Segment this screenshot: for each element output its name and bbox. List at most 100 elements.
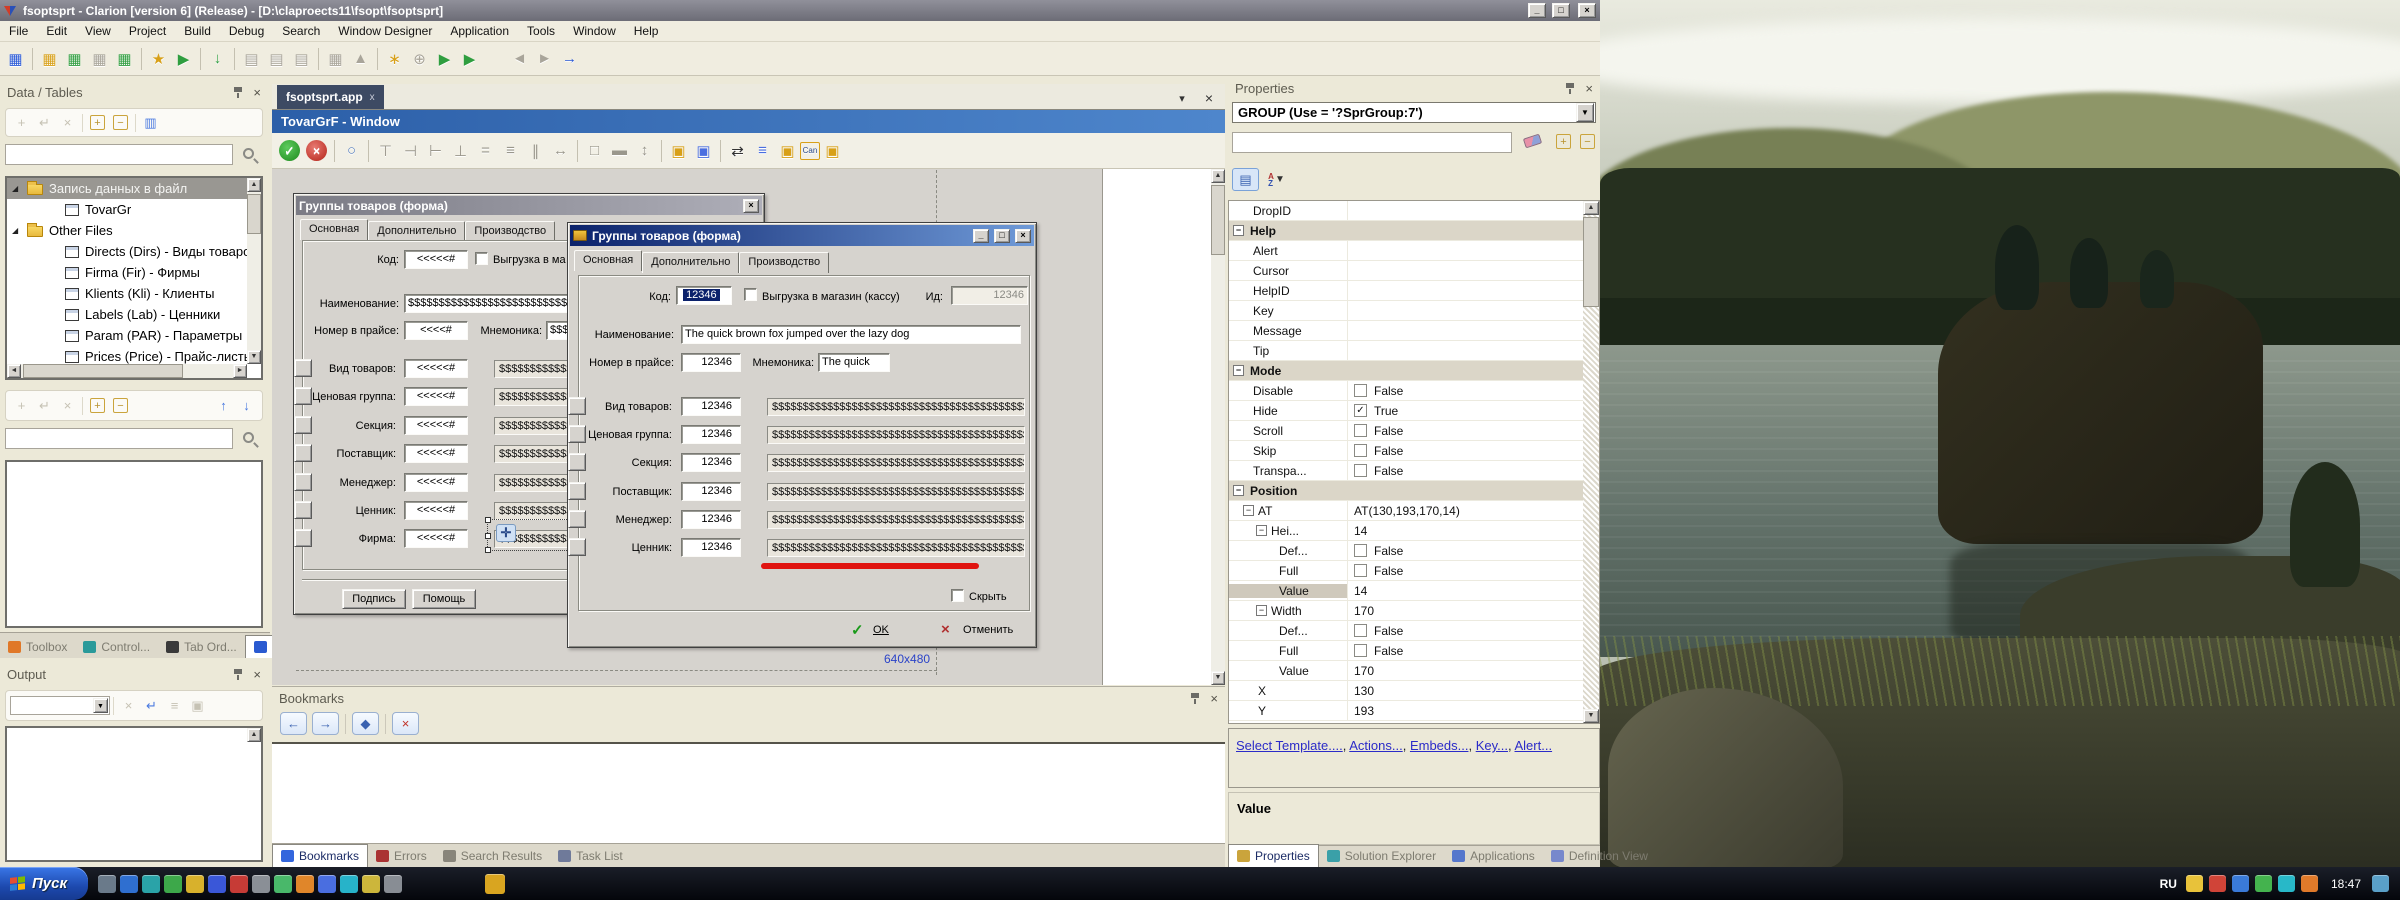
tree-vertical-scrollbar[interactable]: ▲ ▼ [247,178,261,364]
property-checkbox[interactable] [1354,544,1367,557]
toolbar-icon[interactable]: ▦ [62,46,87,71]
designer-toolbar-icon[interactable]: ▣ [820,138,845,163]
tree-item[interactable]: ◢ Other Files [7,220,261,241]
property-checkbox[interactable] [1354,564,1367,577]
search-icon[interactable] [243,432,254,443]
scroll-up-icon[interactable]: ▲ [247,178,261,192]
menu-item[interactable]: Debug [220,21,273,41]
toolbar-icon[interactable]: ▤ [289,46,314,71]
toolbar-icon[interactable]: ⊕ [407,46,432,71]
designer-toolbar-icon[interactable]: ⊣ [398,138,423,163]
minimize-icon[interactable]: _ [973,229,989,243]
tab-close-icon[interactable]: x [370,92,375,103]
mini-toolbar-icon[interactable]: − [113,115,128,130]
scroll-down-icon[interactable]: ▼ [247,350,261,364]
lookup-button[interactable] [294,444,312,462]
minimize-button[interactable]: _ [1528,3,1546,18]
toolbar-icon[interactable] [482,46,507,71]
quick-launch-icon[interactable] [274,875,292,893]
property-row[interactable]: HelpID [1229,281,1583,301]
code-field[interactable]: <<<<<# [404,416,468,435]
designer-toolbar-icon[interactable]: ≡ [750,138,775,163]
property-row[interactable]: Full False [1229,561,1583,581]
tab-osnovnaya[interactable]: Основная [300,219,368,240]
scroll-down-icon[interactable]: ▼ [1583,709,1599,723]
window-titlebar[interactable]: fsoptsprt - Clarion [version 6] (Release… [0,0,1600,21]
property-filter-input[interactable] [1232,132,1512,153]
name-field[interactable]: The quick brown fox jumped over the lazy… [681,325,1021,344]
expander-icon[interactable]: − [1233,485,1244,496]
close-pane-icon[interactable]: × [253,668,261,681]
output-toolbar-icon[interactable]: ≡ [163,695,186,716]
code-field[interactable]: <<<<<# [404,473,468,492]
toolbar-icon[interactable]: → [557,46,582,71]
form-preview-titlebar[interactable]: Группы товаров (форма) _ □ × [570,225,1034,246]
mini-toolbar-icon[interactable]: ↵ [33,395,56,416]
maximize-button[interactable]: □ [1552,3,1570,18]
mini-toolbar-icon[interactable] [82,114,83,132]
tree-item[interactable]: Labels (Lab) - Ценники [7,304,261,325]
property-row[interactable]: Skip False [1229,441,1583,461]
kod-field[interactable]: <<<<<# [404,250,468,269]
tab-dopolnitelno[interactable]: Дополнительно [368,221,465,242]
property-row[interactable]: Alert [1229,241,1583,261]
designer-toolbar-icon[interactable] [720,140,721,162]
designer-toolbar-icon[interactable] [368,140,369,162]
menu-item[interactable]: Build [175,21,220,41]
expander-icon[interactable]: − [1243,505,1254,516]
output-toolbar-icon[interactable]: ↵ [140,695,163,716]
designer-toolbar-icon[interactable]: ⇄ [725,138,750,163]
tab-osnovnaya[interactable]: Основная [574,250,642,271]
template-link[interactable]: Embeds... [1410,738,1469,753]
expander-icon[interactable]: − [1233,365,1244,376]
template-link[interactable]: Select Template.... [1236,738,1343,753]
lookup-button[interactable] [568,397,586,415]
tray-icon[interactable] [2186,875,2203,892]
lookup-button[interactable] [568,425,586,443]
tree-horizontal-scrollbar[interactable]: ◄ ► [7,364,247,378]
property-row[interactable]: Y 193 [1229,701,1583,721]
scroll-up-icon[interactable]: ▲ [247,728,261,742]
pin-icon[interactable] [1564,82,1577,95]
property-row[interactable]: Message [1229,321,1583,341]
vygruzka-checkbox[interactable] [744,288,757,301]
code-field[interactable]: 12346 [681,453,741,472]
price-field[interactable]: <<<<# [404,321,468,340]
bookmark-toolbar-icon[interactable]: ◆ [352,712,379,735]
toolbar-icon[interactable]: ► [532,46,557,71]
collapse-all-icon[interactable]: − [1580,134,1595,149]
designer-toolbar-icon[interactable]: ↕ [632,138,657,163]
document-close-icon[interactable]: × [1193,90,1225,109]
designer-toolbar-icon[interactable]: ↔ [548,138,573,163]
mini-toolbar-icon[interactable]: − [113,398,128,413]
running-app-icon[interactable] [485,874,505,894]
toolbar-icon[interactable]: ▶ [432,46,457,71]
designer-toolbar-icon[interactable]: ▣ [775,138,800,163]
mini-toolbar-icon[interactable] [135,114,136,132]
property-row[interactable]: Tip [1229,341,1583,361]
property-row[interactable]: Def... False [1229,621,1583,641]
code-field[interactable]: <<<<<# [404,501,468,520]
dock-tab[interactable]: Tab Ord... [158,635,245,658]
quick-launch-icon[interactable] [362,875,380,893]
toolbar-icon[interactable] [200,48,201,70]
ok-check-icon[interactable]: ✓ [851,621,864,639]
columns-list[interactable] [5,460,263,628]
control-selector[interactable]: GROUP (Use = '?SprGroup:7') ▼ [1232,102,1596,123]
tree-item[interactable]: Directs (Dirs) - Виды товаров [7,241,261,262]
code-field[interactable]: <<<<<# [404,387,468,406]
designer-toolbar-icon[interactable]: □ [582,138,607,163]
expander-icon[interactable]: − [1256,525,1267,536]
toolbar-icon[interactable]: ▦ [37,46,62,71]
column-filter-input[interactable] [5,428,233,449]
designer-toolbar-icon[interactable]: ▣ [691,138,716,163]
maximize-icon[interactable]: □ [994,229,1010,243]
property-row[interactable]: Full False [1229,641,1583,661]
tray-icon[interactable] [2255,875,2272,892]
expander-icon[interactable]: − [1256,605,1267,616]
mini-toolbar-icon[interactable] [82,397,83,415]
property-checkbox[interactable] [1354,384,1367,397]
language-indicator[interactable]: RU [2160,877,2177,891]
cancel-button[interactable]: Отменить [963,624,1013,636]
property-row[interactable]: Key [1229,301,1583,321]
